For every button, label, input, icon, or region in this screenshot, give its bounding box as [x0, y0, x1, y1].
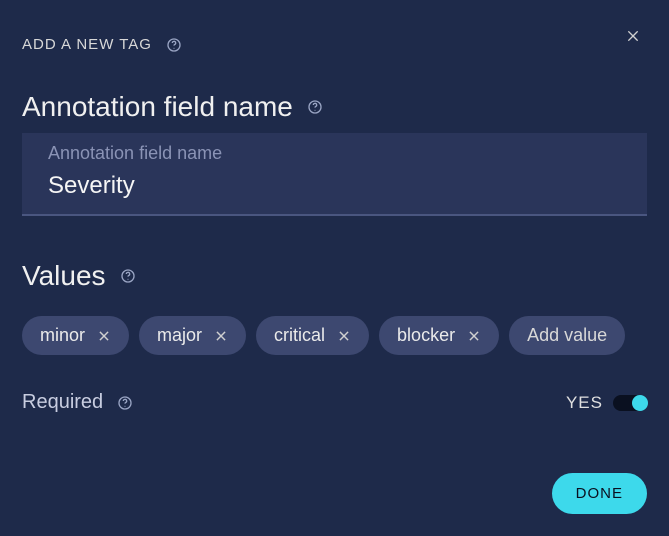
value-chip: minor [22, 316, 129, 355]
required-row: Required YES [22, 391, 647, 414]
close-button[interactable] [625, 28, 641, 49]
required-toggle[interactable] [613, 395, 647, 411]
chip-remove-icon[interactable] [337, 329, 351, 343]
add-tag-modal: ADD A NEW TAG Annotation field name Anno… [0, 0, 669, 536]
chip-list: minor major critical blocker Add value [22, 316, 647, 355]
values-section-label: Values [22, 260, 106, 292]
help-icon[interactable] [120, 268, 136, 284]
modal-title: ADD A NEW TAG [22, 36, 152, 53]
values-label-row: Values [22, 260, 647, 292]
field-name-floating-label: Annotation field name [48, 143, 621, 164]
help-icon[interactable] [117, 395, 133, 411]
field-name-section-label: Annotation field name [22, 91, 293, 123]
help-icon[interactable] [166, 37, 182, 53]
chip-remove-icon[interactable] [97, 329, 111, 343]
field-name-label-row: Annotation field name [22, 91, 647, 123]
modal-title-row: ADD A NEW TAG [22, 36, 647, 53]
value-chip: major [139, 316, 246, 355]
chip-remove-icon[interactable] [467, 329, 481, 343]
field-name-input[interactable] [48, 172, 621, 200]
chip-label: major [157, 325, 202, 346]
value-chip: critical [256, 316, 369, 355]
chip-label: blocker [397, 325, 455, 346]
chip-remove-icon[interactable] [214, 329, 228, 343]
toggle-state-label: YES [566, 393, 603, 413]
required-right: YES [566, 393, 647, 413]
close-icon [625, 28, 641, 49]
field-name-input-container[interactable]: Annotation field name [22, 133, 647, 216]
add-value-label: Add value [527, 325, 607, 346]
help-icon[interactable] [307, 99, 323, 115]
required-left: Required [22, 391, 133, 414]
chip-label: minor [40, 325, 85, 346]
value-chip: blocker [379, 316, 499, 355]
done-button[interactable]: DONE [552, 473, 647, 514]
add-value-chip[interactable]: Add value [509, 316, 625, 355]
chip-label: critical [274, 325, 325, 346]
required-label: Required [22, 391, 103, 414]
toggle-knob [632, 395, 648, 411]
